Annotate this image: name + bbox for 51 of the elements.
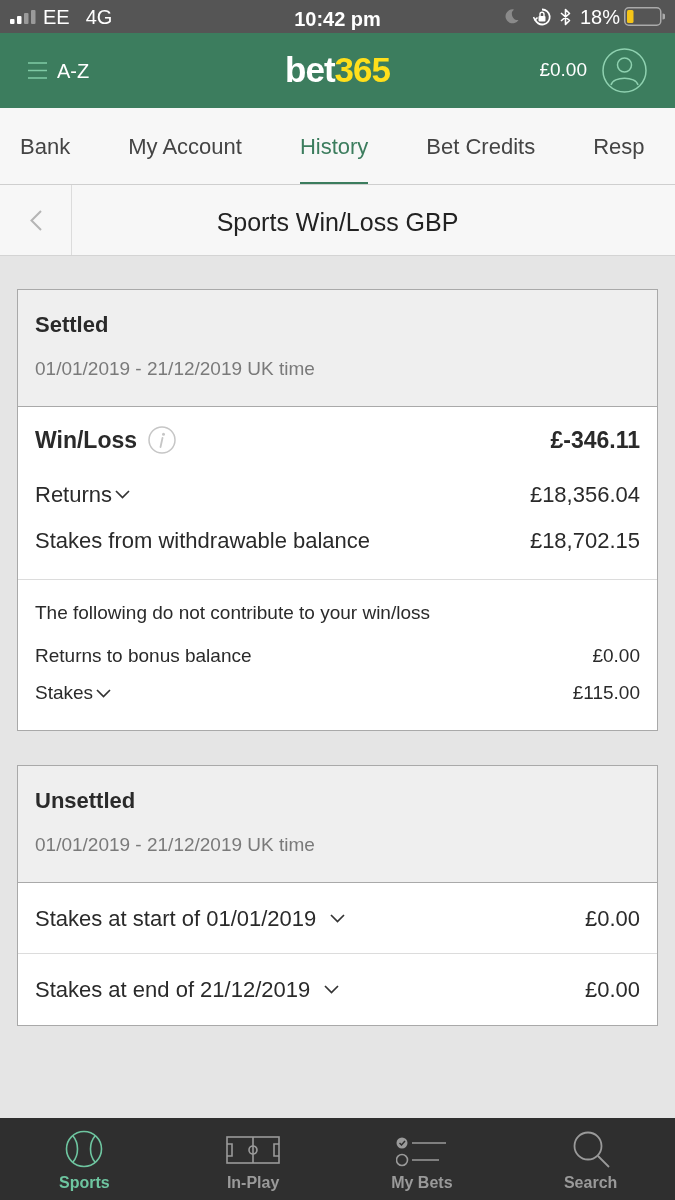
back-chevron-icon [29,209,42,231]
rotation-lock-icon [532,7,551,26]
search-icon [571,1130,610,1168]
row-label: Returns to bonus balance [35,644,252,669]
expand-toggle[interactable]: Returns [35,477,131,511]
chevron-down-icon [324,985,340,994]
battery-percent: 18% [579,4,620,30]
tab[interactable]: Resp [593,108,645,184]
row-amount: £0.00 [584,976,640,1004]
expand-toggle[interactable]: Stakes at start of 01/01/2019 [35,901,346,935]
nav-tab[interactable]: Sports [0,1118,169,1200]
clock-time: 10:42 pm [294,7,381,32]
row-amount: £18,356.04 [529,480,640,509]
account-balance: £0.00 [539,58,587,83]
row-amount: £0.00 [592,644,640,669]
menu-button[interactable]: A-Z [28,55,90,86]
nav-tab[interactable]: My Bets [337,1118,507,1200]
tab[interactable]: Bank [20,108,71,184]
tab[interactable]: My Account [128,108,242,184]
page-title: Sports Win/Loss GBP [216,207,459,238]
nav-tab[interactable]: Search [506,1118,675,1200]
menu-icon [28,62,47,79]
row-label: Win/Loss [35,425,138,455]
info-icon [148,426,177,454]
section-title: Unsettled [35,787,137,815]
note-text: The following do not contribute to your win/loss [34,601,431,625]
battery-icon [624,7,665,26]
section-title: Settled [35,311,110,339]
nav-tab[interactable]: In-Play [168,1118,338,1200]
row-amount: £115.00 [572,681,640,706]
ball-icon [65,1130,104,1168]
brand-logo[interactable]: bet365 [285,49,390,91]
chevron-down-icon [330,913,346,923]
row-amount: £-346.11 [550,425,640,455]
chevron-down-icon [96,689,112,698]
signal-icon [10,9,36,24]
expand-toggle[interactable]: Stakes [35,679,112,708]
chevron-down-icon [115,489,131,499]
carrier-name: EE [43,4,70,30]
row-label: Stakes from withdrawable balance [35,526,371,555]
bluetooth-icon [559,7,571,26]
date-range: 01/01/2019 - 21/12/2019 UK time [35,833,316,857]
checklist-icon [396,1135,448,1168]
moon-icon [504,9,519,24]
user-account-icon[interactable] [602,48,647,93]
row-amount: £0.00 [584,904,640,933]
network-type: 4G [85,4,113,30]
date-range: 01/01/2019 - 21/12/2019 UK time [35,357,316,381]
tab[interactable]: Bet Credits [426,108,536,184]
row-amount: £18,702.15 [529,526,640,555]
expand-toggle[interactable]: Stakes at end of 21/12/2019 [35,973,340,1006]
